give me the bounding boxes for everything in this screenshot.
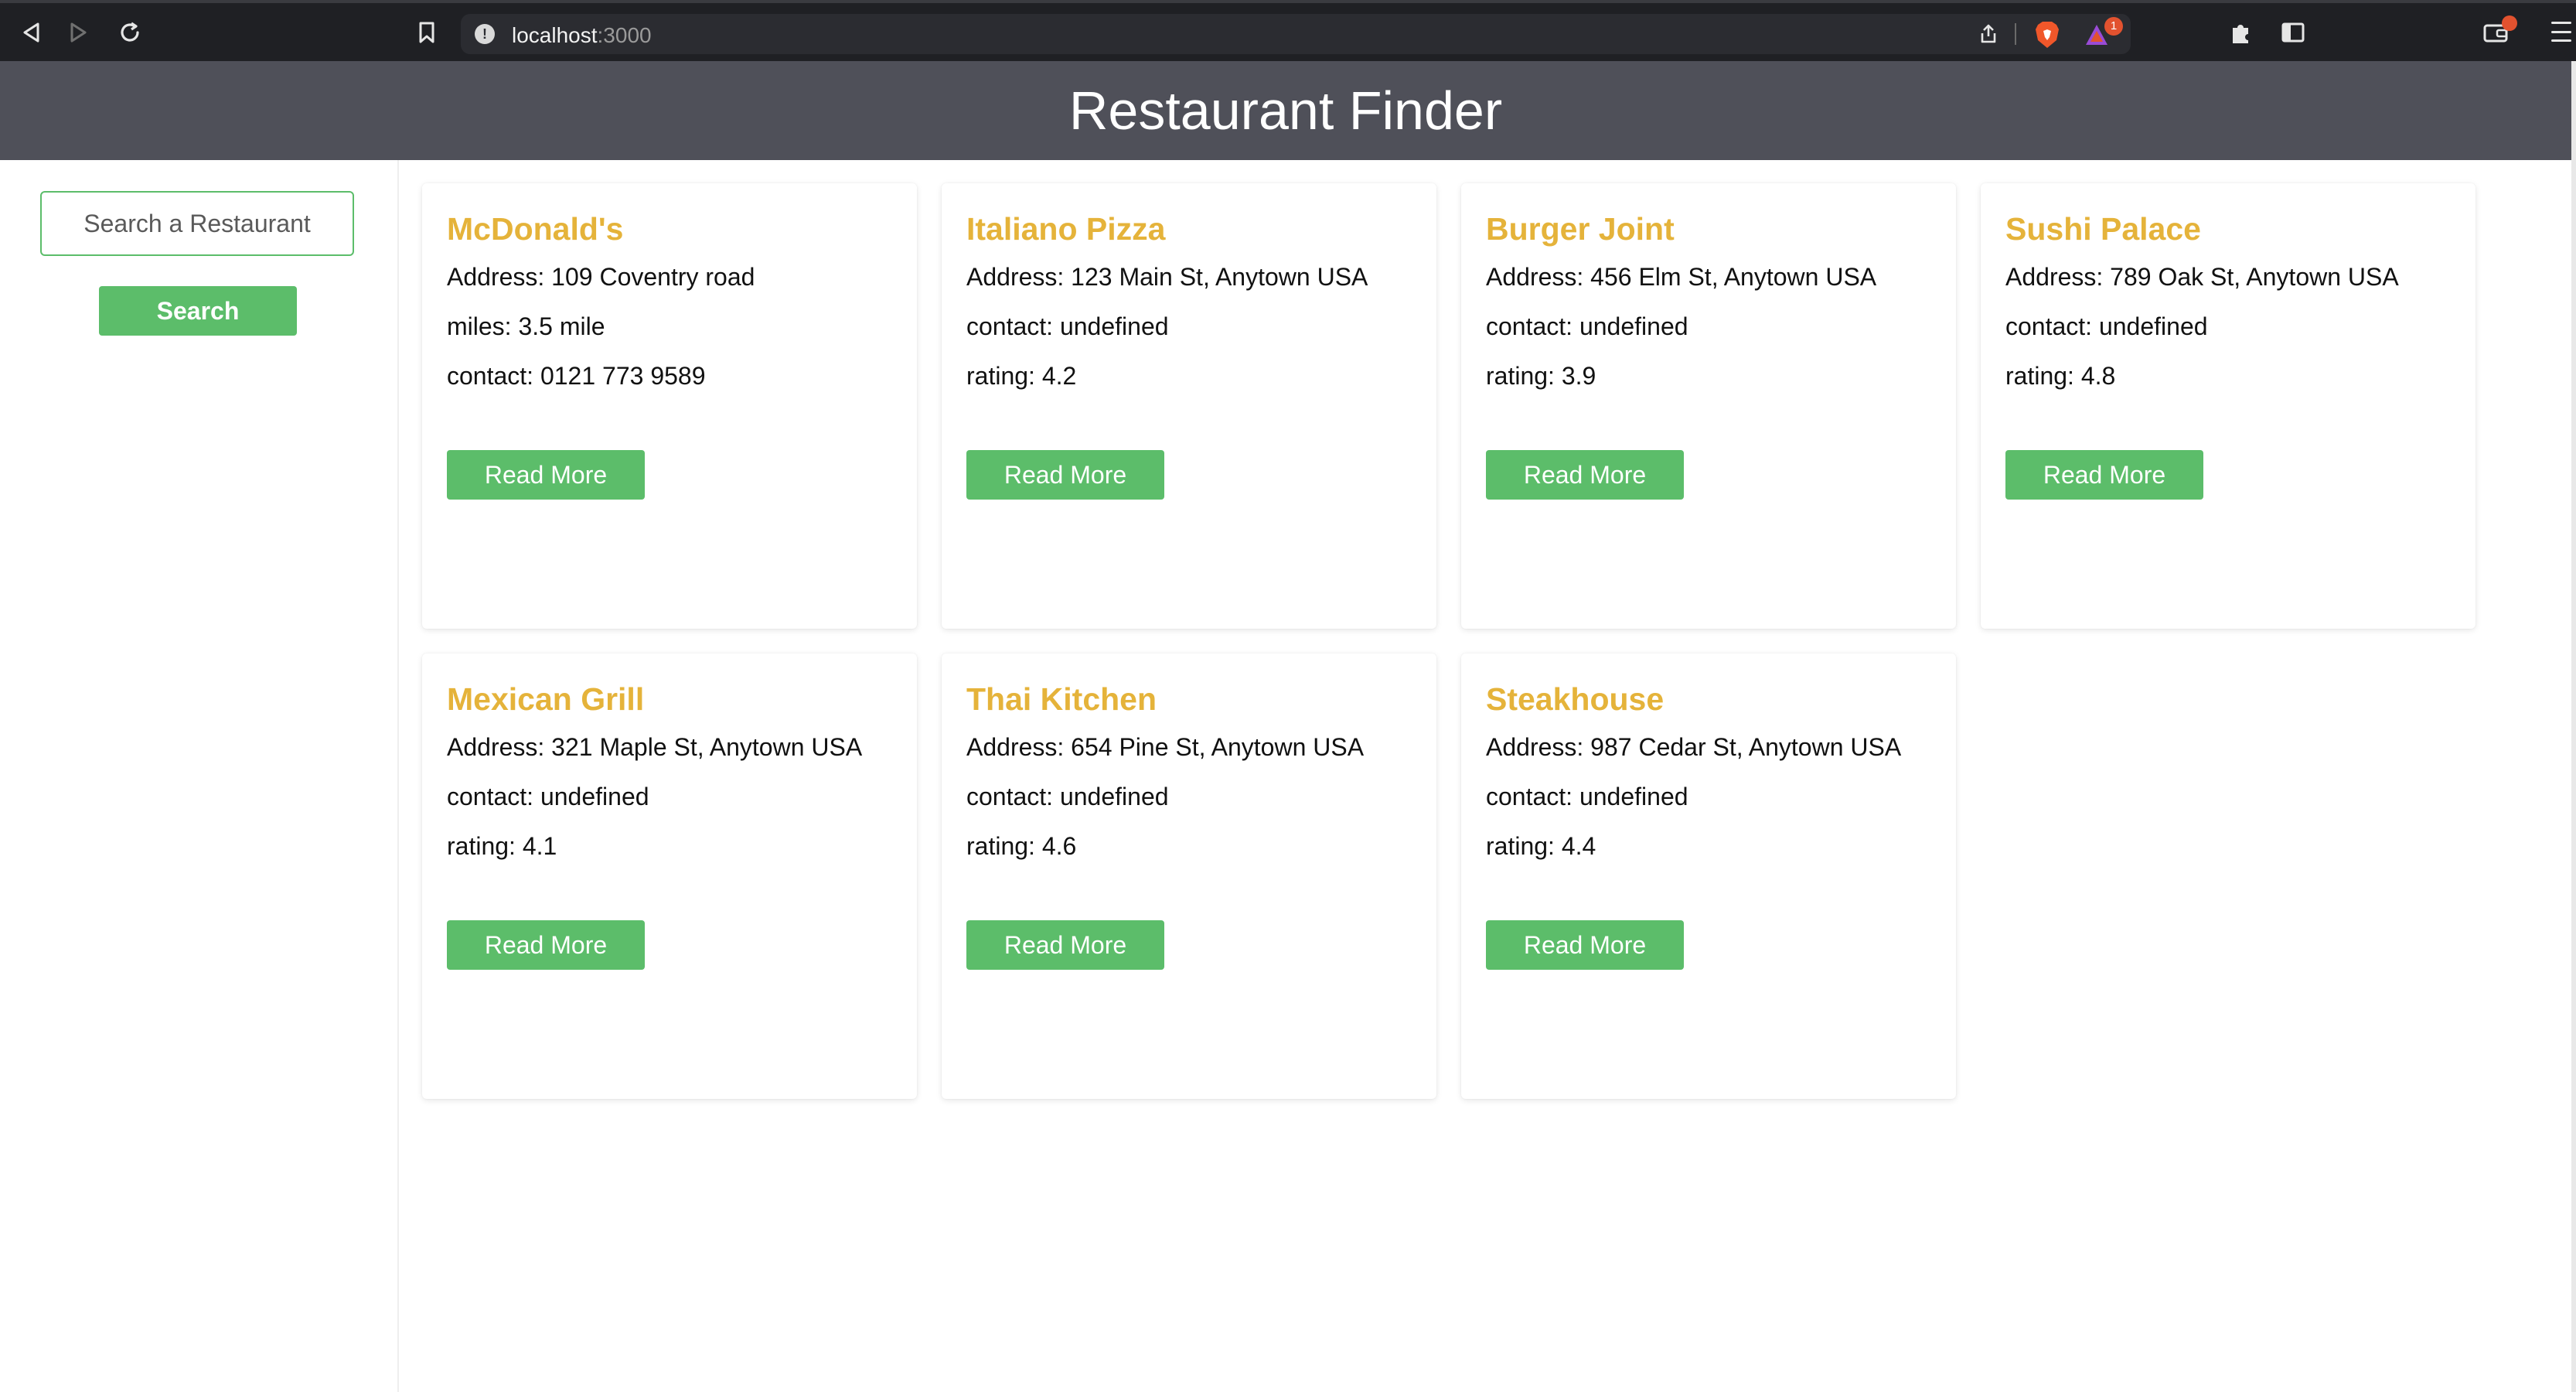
restaurant-name[interactable]: Thai Kitchen [966, 680, 1412, 718]
restaurant-detail-1: Address: 321 Maple St, Anytown USA [447, 733, 863, 761]
forward-icon[interactable] [63, 17, 94, 48]
restaurant-name[interactable]: Sushi Palace [2005, 210, 2451, 248]
restaurant-detail-1: Address: 123 Main St, Anytown USA [966, 263, 1368, 291]
restaurant-detail-3: rating: 4.1 [447, 832, 557, 860]
restaurant-card: Thai Kitchen Address: 654 Pine St, Anyto… [942, 653, 1436, 1099]
restaurant-detail-1: Address: 987 Cedar St, Anytown USA [1486, 733, 1902, 761]
restaurant-detail-1: Address: 654 Pine St, Anytown USA [966, 733, 1365, 761]
restaurant-detail-2: contact: undefined [447, 783, 649, 810]
site-info-icon[interactable]: ! [475, 24, 495, 44]
restaurant-detail-3: rating: 4.6 [966, 832, 1077, 860]
page-title: Restaurant Finder [1068, 80, 1503, 141]
restaurant-card: Sushi Palace Address: 789 Oak St, Anytow… [1981, 183, 2475, 629]
restaurant-name[interactable]: Burger Joint [1486, 210, 1931, 248]
restaurant-detail-2: contact: undefined [1486, 783, 1688, 810]
read-more-button[interactable]: Read More [447, 920, 645, 970]
restaurant-name[interactable]: McDonald's [447, 210, 892, 248]
search-button[interactable]: Search [99, 286, 297, 336]
restaurant-card: Burger Joint Address: 456 Elm St, Anytow… [1461, 183, 1956, 629]
sidebar: Search [0, 160, 399, 1392]
restaurant-grid: McDonald's Address: 109 Coventry road mi… [422, 183, 2475, 1099]
restaurant-card: Steakhouse Address: 987 Cedar St, Anytow… [1461, 653, 1956, 1099]
restaurant-card: Mexican Grill Address: 321 Maple St, Any… [422, 653, 917, 1099]
read-more-button[interactable]: Read More [966, 450, 1164, 500]
restaurant-detail-2: contact: undefined [966, 312, 1169, 340]
reload-icon[interactable] [114, 17, 145, 48]
read-more-button[interactable]: Read More [1486, 920, 1684, 970]
wallet-notification-dot [2502, 15, 2517, 31]
url-text[interactable]: localhost:3000 [512, 23, 652, 48]
restaurant-detail-3: contact: 0121 773 9589 [447, 362, 706, 390]
scrollbar-track[interactable] [2571, 61, 2576, 1392]
bookmark-icon[interactable] [414, 17, 439, 48]
share-icon[interactable] [1978, 23, 1999, 45]
read-more-button[interactable]: Read More [1486, 450, 1684, 500]
back-icon[interactable] [15, 17, 46, 48]
address-bar[interactable]: ! localhost:3000 1 [461, 14, 2131, 54]
rewards-badge: 1 [2104, 17, 2123, 36]
sidebar-toggle-icon[interactable] [2279, 19, 2307, 46]
restaurant-detail-2: contact: undefined [966, 783, 1169, 810]
restaurant-card: McDonald's Address: 109 Coventry road mi… [422, 183, 917, 629]
restaurant-detail-3: rating: 4.4 [1486, 832, 1596, 860]
extensions-icon[interactable] [2227, 19, 2254, 46]
restaurant-card: Italiano Pizza Address: 123 Main St, Any… [942, 183, 1436, 629]
read-more-button[interactable]: Read More [966, 920, 1164, 970]
restaurant-detail-2: miles: 3.5 mile [447, 312, 605, 340]
restaurant-detail-2: contact: undefined [1486, 312, 1688, 340]
restaurant-name[interactable]: Steakhouse [1486, 680, 1931, 718]
restaurant-detail-2: contact: undefined [2005, 312, 2208, 340]
menu-icon[interactable] [2551, 22, 2571, 42]
restaurant-detail-3: rating: 3.9 [1486, 362, 1596, 390]
restaurant-name[interactable]: Mexican Grill [447, 680, 892, 718]
browser-toolbar: ! localhost:3000 1 [0, 0, 2576, 61]
restaurant-detail-1: Address: 109 Coventry road [447, 263, 755, 291]
read-more-button[interactable]: Read More [447, 450, 645, 500]
restaurant-detail-1: Address: 789 Oak St, Anytown USA [2005, 263, 2399, 291]
restaurant-detail-3: rating: 4.8 [2005, 362, 2116, 390]
brave-shield-icon[interactable] [2033, 20, 2061, 49]
search-input[interactable] [40, 191, 354, 256]
page-header: Restaurant Finder [0, 61, 2571, 160]
read-more-button[interactable]: Read More [2005, 450, 2203, 500]
restaurant-name[interactable]: Italiano Pizza [966, 210, 1412, 248]
restaurant-detail-3: rating: 4.2 [966, 362, 1077, 390]
restaurant-detail-1: Address: 456 Elm St, Anytown USA [1486, 263, 1877, 291]
divider [2015, 23, 2016, 45]
